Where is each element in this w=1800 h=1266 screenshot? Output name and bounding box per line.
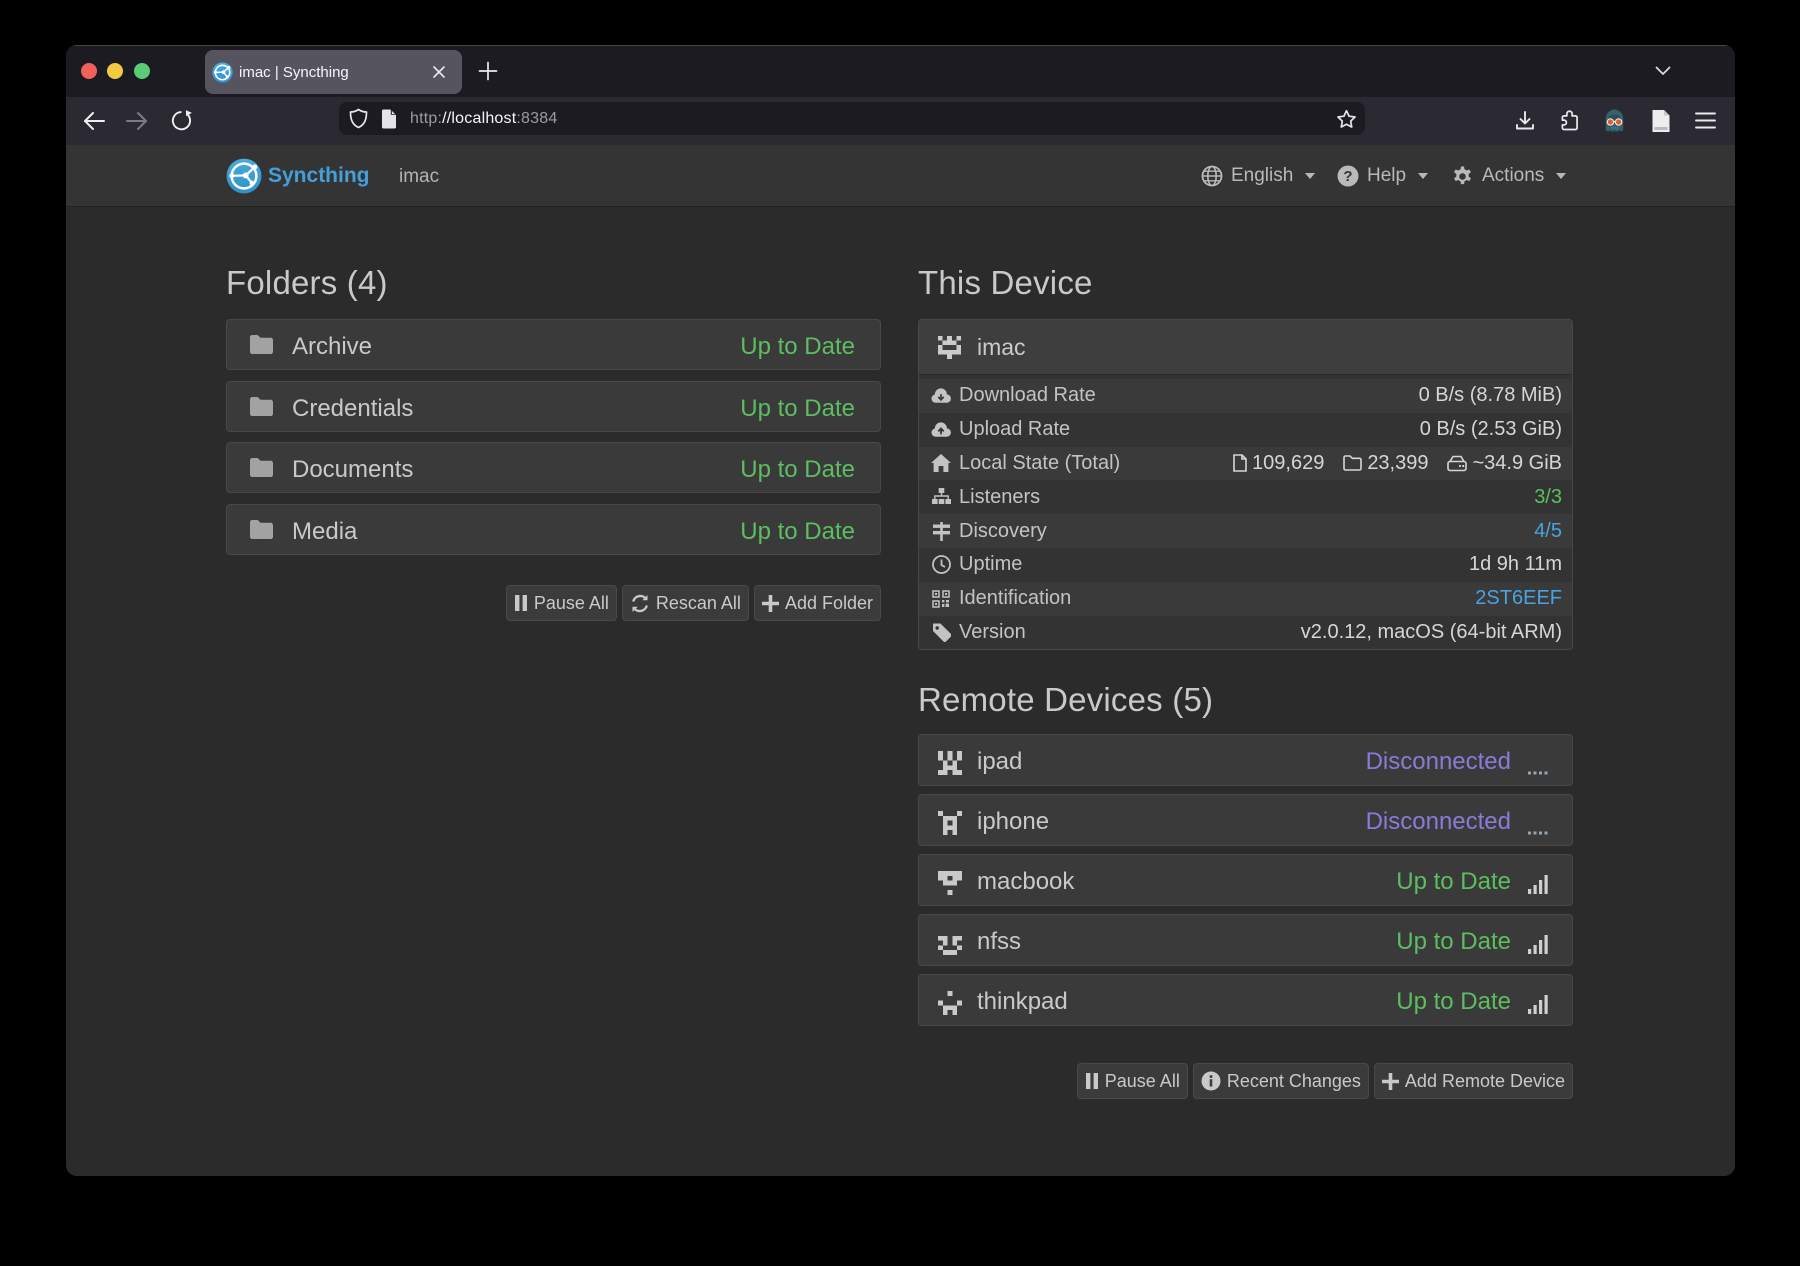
svg-text:?: ? [1343,168,1352,185]
